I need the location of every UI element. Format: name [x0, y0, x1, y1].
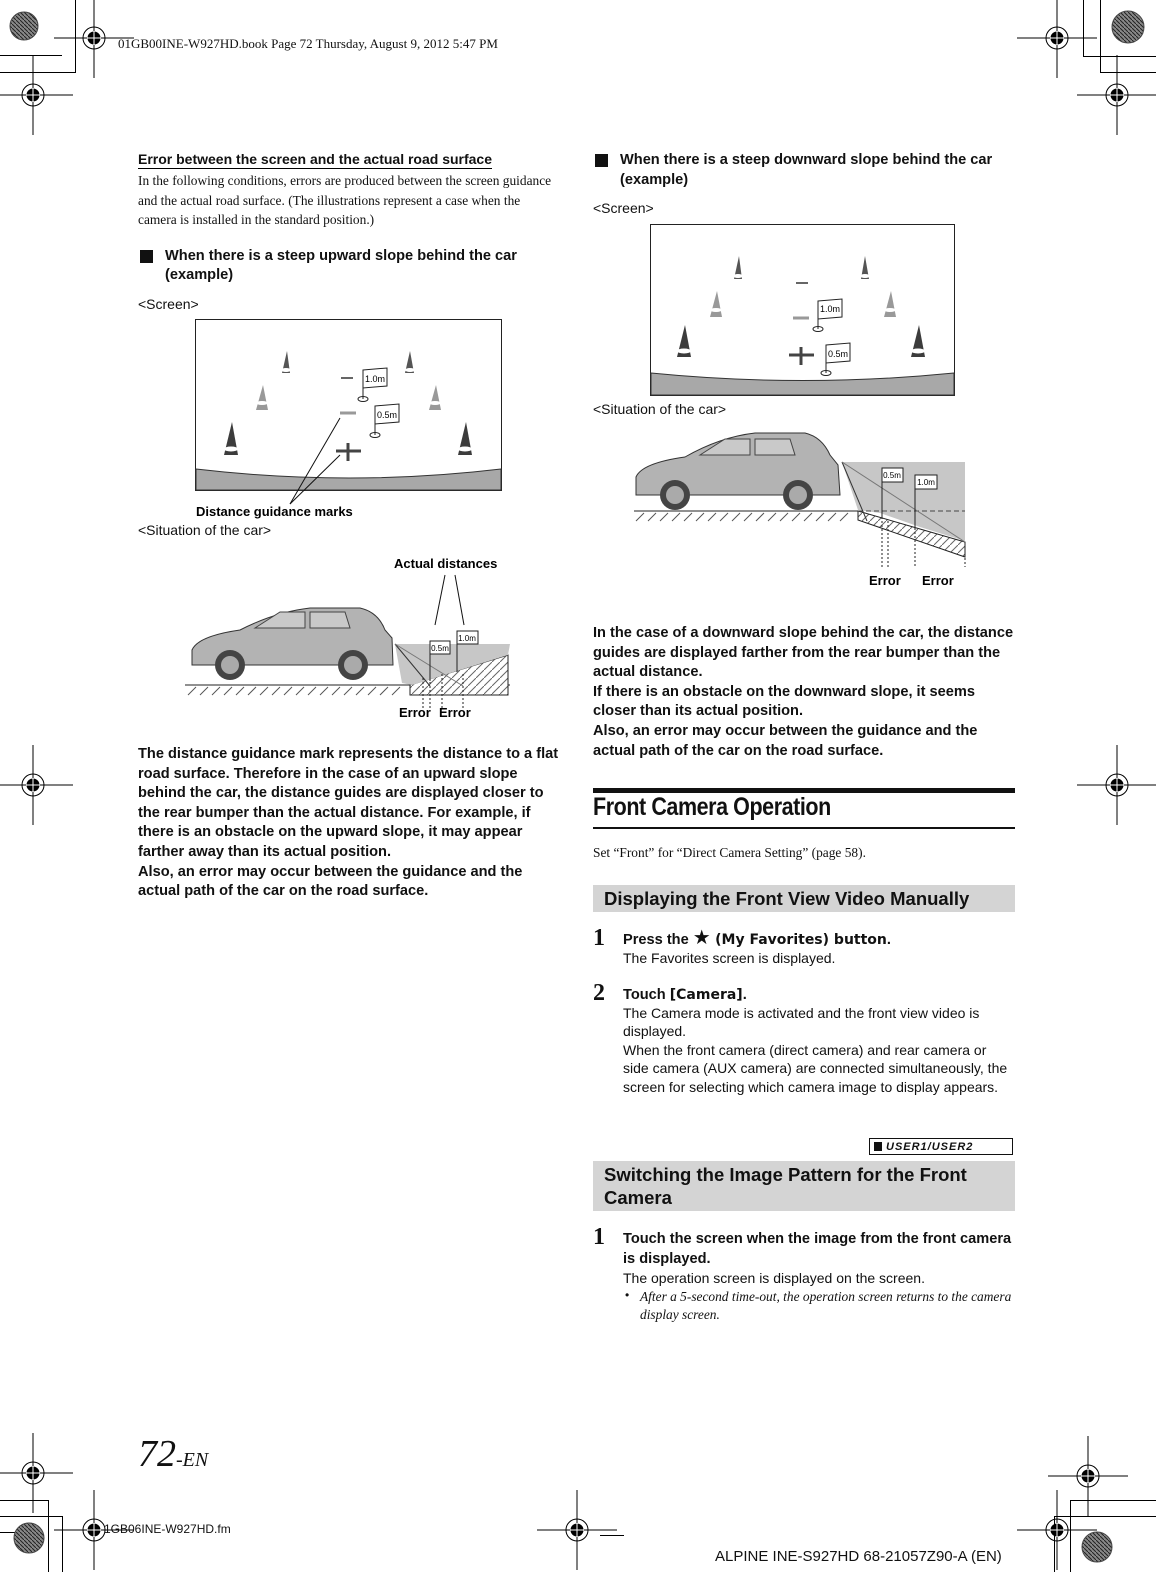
flag-1m-label: 1.0m [917, 478, 935, 487]
step-title-end: . [886, 932, 891, 948]
step-number: 1 [593, 1224, 605, 1250]
upward-slope-heading: When there is a steep upward slope behin… [138, 247, 560, 286]
pointer-arrow [434, 574, 446, 626]
step-title-prefix: Touch [623, 986, 670, 1003]
section-title-error: Error between the screen and the actual … [138, 151, 493, 169]
step-number: 1 [593, 925, 605, 951]
page-number-suffix: -EN [176, 1449, 209, 1471]
registration-mark [1016, 0, 1098, 79]
screen-label: <Screen> [138, 295, 199, 312]
error-label: Error [922, 573, 954, 588]
screen-label: <Screen> [593, 200, 654, 216]
error-label: Error [869, 573, 901, 588]
badge-square-icon [874, 1142, 882, 1151]
downward-situation-illustration: 0.5m 1.0m Error Error [634, 432, 966, 588]
situation-label: <Situation of the car> [138, 522, 272, 538]
starburst-target [13, 1522, 45, 1554]
step-body: The Camera mode is activated and the fro… [623, 1004, 1008, 1095]
distance-guidance-marks-label: Distance guidance marks [196, 504, 353, 519]
upward-situation-illustration: Actual distances 0.5m 1.0m Error Error [185, 556, 510, 720]
camera-screen-frame [650, 224, 955, 396]
step-item: 1 Touch the screen when the image from t… [593, 1224, 1015, 1324]
actual-distances-label: Actual distances [394, 556, 497, 571]
ground-hatch [635, 512, 849, 522]
error-label: Error [399, 705, 431, 720]
step-body: The Favorites screen is displayed. [623, 950, 836, 966]
registration-mark [0, 54, 74, 136]
page-number: 72-EN [138, 1432, 208, 1476]
registration-mark [1076, 54, 1156, 136]
step-list-display: 1 Press the ★ (My Favorites) button. The… [593, 925, 1015, 1097]
flag-05m-label: 0.5m [431, 644, 449, 653]
note-item: • After a 5-second time-out, the operati… [623, 1288, 1015, 1324]
user-badge-label: USER1/USER2 [886, 1140, 974, 1153]
flag-1m-label: 1.0m [365, 374, 385, 384]
registration-mark [0, 1432, 74, 1514]
flag-05m-label: 0.5m [828, 349, 848, 359]
footer-file-name: 1GB06INE-W927HD.fm [104, 1522, 231, 1536]
step-title: Touch the screen when the image from the… [623, 1231, 1012, 1267]
flag-05m-label: 0.5m [377, 410, 397, 420]
step-list-switch: 1 Touch the screen when the image from t… [593, 1224, 1015, 1324]
pointer-arrow [454, 574, 465, 626]
registration-mark [536, 1489, 618, 1571]
car-illustration [635, 432, 841, 510]
flag-1m-label: 1.0m [458, 634, 476, 643]
starburst-target [1111, 10, 1145, 44]
downward-explanation: In the case of a downward slope behind t… [593, 625, 1014, 759]
left-column: Error between the screen and the actual … [138, 151, 560, 312]
ground-hatch [187, 686, 401, 696]
step-number: 2 [593, 979, 605, 1006]
bullet-icon: • [625, 1287, 630, 1302]
user-badge: USER1/USER2 [869, 1138, 1013, 1155]
error-label: Error [439, 705, 471, 720]
upward-explanation: The distance guidance mark represents th… [138, 746, 559, 900]
step-item: 2 Touch [Camera]. The Camera mode is act… [593, 980, 1015, 1097]
downward-slope-heading: When there is a steep downward slope beh… [593, 151, 1015, 190]
registration-mark [1047, 1435, 1129, 1517]
camera-screen-frame [195, 319, 502, 491]
section-bar-switch-pattern: Switching the Image Pattern for the Fron… [593, 1161, 1015, 1211]
registration-mark [1016, 1489, 1098, 1571]
downward-screen-illustration: 1.0m 0.5m [650, 224, 955, 396]
starburst-target [1081, 1531, 1113, 1563]
print-header: 01GB00INE-W927HD.book Page 72 Thursday, … [118, 36, 498, 51]
upward-screen-illustration: 1.0m 0.5m Distance guidance marks [195, 319, 502, 519]
note-text: After a 5-second time-out, the operation… [640, 1288, 1012, 1322]
camera-key-label: [Camera] [669, 986, 743, 1003]
footer-product-code: ALPINE INE-S927HD 68-21057Z90-A (EN) [715, 1548, 1002, 1565]
star-icon: ★ [692, 927, 711, 949]
page-number-value: 72 [138, 1433, 176, 1475]
situation-label: <Situation of the car> [593, 401, 727, 417]
section-bar-display-manually: Displaying the Front View Video Manually [593, 885, 1015, 912]
step-item: 1 Press the ★ (My Favorites) button. The… [593, 925, 1015, 968]
step-title-prefix: Press the [623, 932, 693, 948]
car-illustration [191, 607, 394, 680]
right-column-top: When there is a steep downward slope beh… [593, 151, 1015, 216]
step-title-end: . [742, 986, 747, 1003]
step-body: The operation screen is displayed on the… [623, 1270, 925, 1286]
starburst-target [9, 11, 39, 41]
my-favorites-button-label: (My Favorites) button [715, 932, 887, 948]
flag-1m-label: 1.0m [820, 304, 840, 314]
intro-text: In the following conditions, errors are … [138, 173, 552, 227]
front-camera-heading: Front Camera Operation [593, 793, 831, 821]
registration-mark [0, 744, 74, 826]
flag-05m-label: 0.5m [883, 471, 901, 480]
registration-mark [1076, 744, 1156, 826]
heading-rule-bottom [593, 827, 1015, 829]
setup-text: Set “Front” for “Direct Camera Setting” … [593, 845, 866, 860]
